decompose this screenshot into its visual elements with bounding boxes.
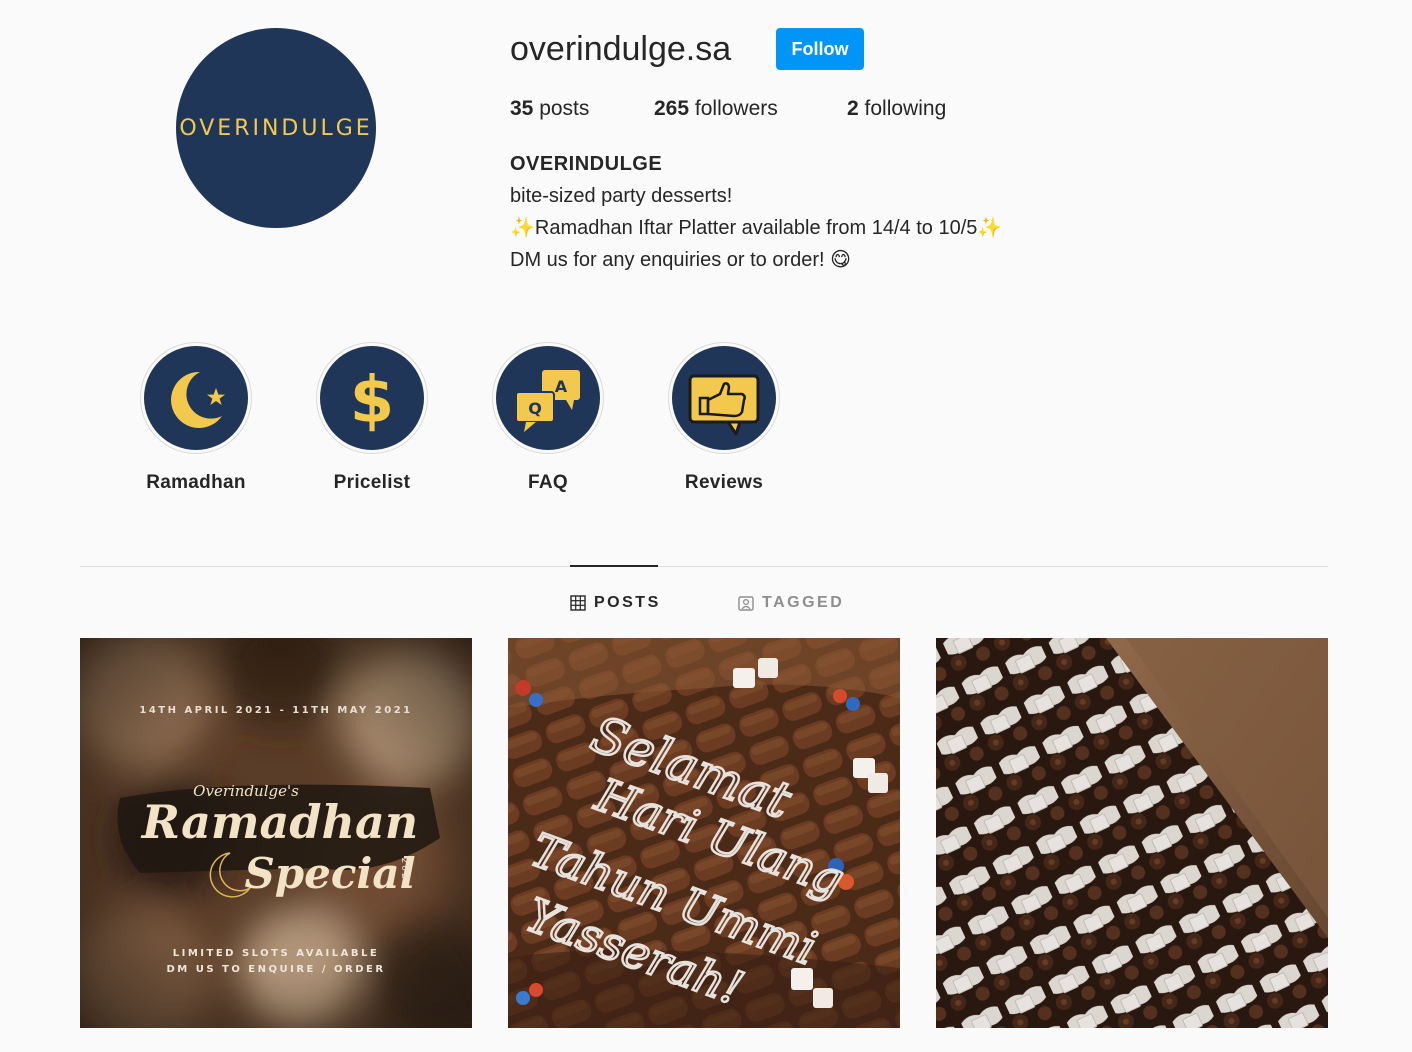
profile-username: overindulge.sa bbox=[510, 30, 732, 68]
post-image: 14TH APRIL 2021 - 11TH MAY 2021 Overindu… bbox=[80, 638, 472, 1028]
thumbs-up-icon bbox=[688, 374, 760, 436]
avatar-logo-text: OVERINDULGE bbox=[179, 115, 373, 141]
tagged-person-icon bbox=[738, 596, 754, 611]
posts-count[interactable]: 35 posts bbox=[510, 96, 589, 122]
bio-line-1: bite-sized party desserts! bbox=[510, 185, 733, 207]
post-date-range: 14TH APRIL 2021 - 11TH MAY 2021 bbox=[139, 705, 412, 716]
sparkle-emoji: ✨ bbox=[510, 217, 535, 239]
svg-text:$: $ bbox=[350, 364, 395, 438]
post-image bbox=[936, 638, 1328, 1028]
sparkle-emoji: ✨ bbox=[977, 217, 1003, 239]
followers-count-label: followers bbox=[694, 97, 778, 120]
highlight-faq[interactable]: A Q FAQ bbox=[488, 342, 608, 494]
active-tab-indicator bbox=[570, 565, 658, 567]
highlight-label: Reviews bbox=[684, 472, 764, 493]
svg-text:A: A bbox=[555, 377, 568, 396]
post-footer-1: LIMITED SLOTS AVAILABLE bbox=[173, 948, 379, 959]
svg-text:Q: Q bbox=[528, 399, 542, 418]
grid-icon bbox=[570, 595, 586, 611]
highlight-label: Ramadhan bbox=[146, 472, 246, 493]
highlight-reviews[interactable]: Reviews bbox=[664, 342, 784, 494]
qa-bubbles-icon: A Q bbox=[515, 370, 580, 432]
profile-avatar[interactable]: OVERINDULGE bbox=[176, 28, 376, 228]
followers-count[interactable]: 265 followers bbox=[654, 96, 778, 122]
highlight-ring[interactable]: A Q bbox=[492, 342, 604, 454]
follow-button[interactable]: Follow bbox=[776, 28, 864, 70]
bio-line-3: DM us for any enquiries or to order! 😋 bbox=[510, 244, 1002, 276]
highlight-ring[interactable] bbox=[140, 342, 252, 454]
yum-emoji: 😋 bbox=[830, 249, 852, 271]
dollar-icon: $ bbox=[350, 364, 395, 438]
highlight-pricelist[interactable]: $ Pricelist bbox=[312, 342, 432, 494]
tabs-divider bbox=[80, 566, 1328, 567]
following-count-value: 2 bbox=[847, 97, 859, 120]
post-birthday-cake[interactable]: Selamat Hari Ulang Tahun Ummi Yasserah! bbox=[508, 638, 900, 1028]
post-title-1: Ramadhan bbox=[140, 795, 418, 849]
highlight-label: Pricelist bbox=[333, 472, 411, 493]
tab-posts[interactable]: POSTS bbox=[570, 592, 661, 614]
followers-count-value: 265 bbox=[654, 97, 690, 120]
tab-tagged-label: TAGGED bbox=[762, 594, 845, 611]
profile-bio: OVERINDULGE bite-sized party desserts! ✨… bbox=[510, 148, 1002, 276]
crescent-star-icon bbox=[171, 371, 225, 428]
post-ramadhan-special[interactable]: 14TH APRIL 2021 - 11TH MAY 2021 Overindu… bbox=[80, 638, 472, 1028]
following-count[interactable]: 2 following bbox=[847, 96, 946, 122]
post-chocolate-bites[interactable] bbox=[936, 638, 1328, 1028]
bio-name: OVERINDULGE bbox=[510, 153, 663, 175]
highlight-label: FAQ bbox=[528, 472, 568, 493]
bio-line-2-text: Ramadhan Iftar Platter available from 14… bbox=[534, 217, 978, 239]
posts-count-label: posts bbox=[539, 97, 590, 120]
bio-line-2: ✨Ramadhan Iftar Platter available from 1… bbox=[510, 212, 1002, 244]
highlight-ring[interactable] bbox=[668, 342, 780, 454]
following-count-label: following bbox=[864, 97, 947, 120]
highlight-ramadhan[interactable]: Ramadhan bbox=[136, 342, 256, 494]
tab-tagged[interactable]: TAGGED bbox=[738, 592, 844, 614]
posts-count-value: 35 bbox=[510, 97, 534, 120]
highlight-ring[interactable]: $ bbox=[316, 342, 428, 454]
post-year: 2021 bbox=[399, 858, 409, 889]
bio-line-3-text: DM us for any enquiries or to order! bbox=[510, 249, 825, 271]
post-image: Selamat Hari Ulang Tahun Ummi Yasserah! bbox=[508, 638, 900, 1028]
post-footer-2: DM US TO ENQUIRE / ORDER bbox=[166, 964, 385, 975]
post-title-2: Special bbox=[244, 849, 415, 898]
tab-posts-label: POSTS bbox=[594, 594, 661, 611]
